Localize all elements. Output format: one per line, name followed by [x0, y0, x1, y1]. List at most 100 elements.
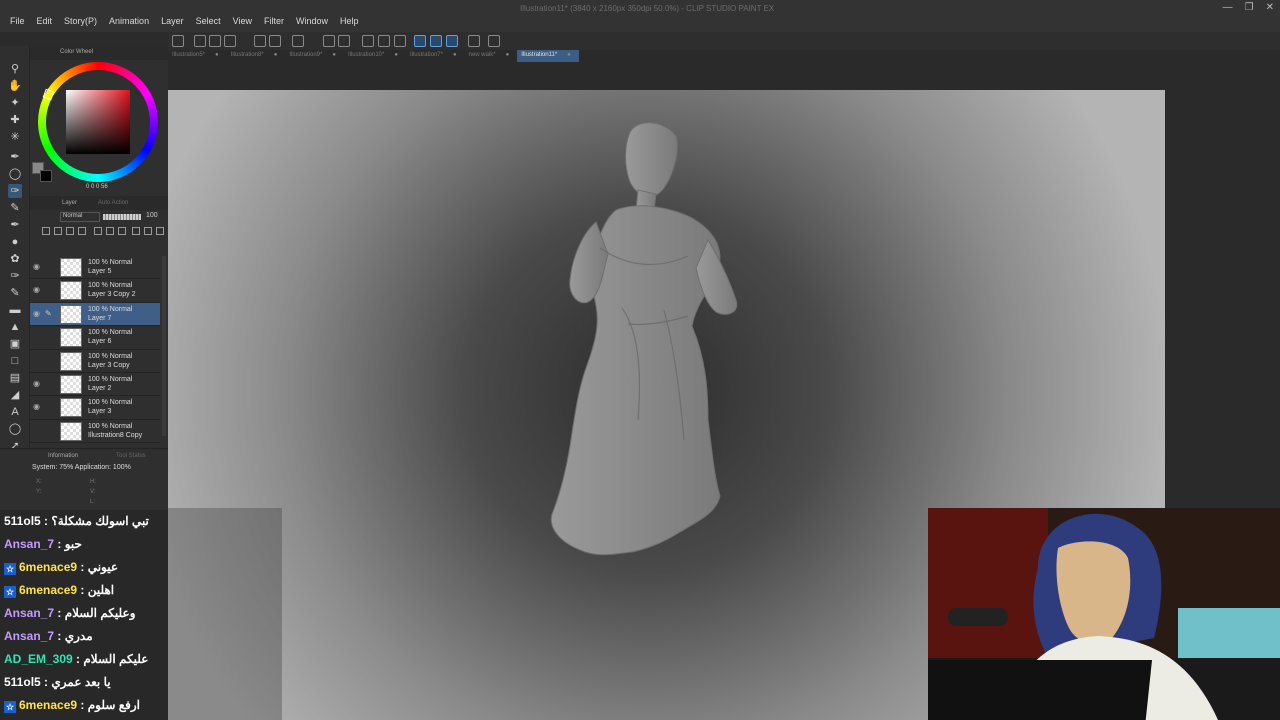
snap-grid-icon[interactable]: [446, 35, 458, 47]
chat-username[interactable]: 6menace9: [19, 560, 77, 574]
tab-close-icon[interactable]: ●: [215, 52, 219, 58]
new-vector-layer-icon[interactable]: [106, 227, 114, 235]
figure-icon[interactable]: □: [8, 354, 22, 368]
layer-thumbnail[interactable]: [60, 351, 82, 371]
layer-thumbnail[interactable]: [60, 374, 82, 394]
chat-username[interactable]: Ansan_7: [4, 537, 54, 551]
chat-username[interactable]: 6menace9: [19, 583, 77, 597]
eraser-icon[interactable]: ▬: [8, 303, 22, 317]
gradient-icon[interactable]: ▣: [8, 337, 22, 351]
document-tab[interactable]: new walk* ●: [465, 50, 518, 62]
document-tab[interactable]: Illustration8* ●: [227, 50, 286, 62]
undo-icon[interactable]: [254, 35, 266, 47]
blend-icon[interactable]: ✎: [8, 286, 22, 300]
decoration-icon[interactable]: ✿: [8, 252, 22, 266]
balloon-icon[interactable]: ◯: [8, 422, 22, 436]
clip-layer-icon[interactable]: [42, 227, 50, 235]
new-file-icon[interactable]: [194, 35, 206, 47]
opacity-slider[interactable]: [103, 214, 141, 220]
layer-thumbnail[interactable]: [60, 304, 82, 324]
sub-color-swatch[interactable]: [40, 170, 52, 182]
operation-icon[interactable]: ✦: [8, 96, 22, 110]
new-raster-layer-icon[interactable]: [94, 227, 102, 235]
minimize-icon[interactable]: —: [1223, 2, 1233, 13]
clear-icon[interactable]: [292, 35, 304, 47]
tab-close-icon[interactable]: ●: [453, 52, 457, 58]
clip-studio-icon[interactable]: [172, 35, 184, 47]
menu-file[interactable]: File: [4, 16, 31, 26]
brush-icon[interactable]: ✒: [8, 218, 22, 232]
layer-thumbnail[interactable]: [60, 421, 82, 441]
chat-username[interactable]: AD_EM_309: [4, 652, 73, 666]
frame-border-icon[interactable]: ▤: [8, 371, 22, 385]
menu-window[interactable]: Window: [290, 16, 334, 26]
information-title[interactable]: Information: [48, 453, 78, 459]
tab-close-icon[interactable]: ●: [567, 52, 571, 58]
layer-row[interactable]: ◉ 100 % Normal Layer 5: [30, 256, 160, 280]
text-icon[interactable]: A: [8, 405, 22, 419]
layer-thumbnail[interactable]: [60, 281, 82, 301]
auto-select-icon[interactable]: ✳: [8, 130, 22, 144]
pen-icon[interactable]: ✑: [8, 184, 22, 198]
layer-panel-title[interactable]: Layer: [62, 200, 77, 206]
tool-status-tab[interactable]: Tool Status: [116, 453, 146, 459]
chat-username[interactable]: 6menace9: [19, 698, 77, 712]
layer-row[interactable]: ◉ 100 % Normal Layer 2: [30, 373, 160, 397]
menu-edit[interactable]: Edit: [31, 16, 59, 26]
menu-view[interactable]: View: [227, 16, 258, 26]
tab-close-icon[interactable]: ●: [506, 52, 510, 58]
restore-icon[interactable]: ❐: [1245, 2, 1254, 13]
layer-scrollbar[interactable]: [162, 256, 166, 436]
merge-down-icon[interactable]: [144, 227, 152, 235]
layer-row[interactable]: 100 % Normal Layer 6: [30, 326, 160, 350]
document-tab[interactable]: Illustration9* ●: [285, 50, 344, 62]
visibility-eye-icon[interactable]: ◉: [33, 309, 40, 318]
layer-row[interactable]: ◉ 100 % Normal Layer 3 Copy 2: [30, 279, 160, 303]
new-folder-icon[interactable]: [118, 227, 126, 235]
pencil-icon[interactable]: ✎: [8, 201, 22, 215]
saturation-value-square[interactable]: [66, 90, 130, 154]
transform-icon[interactable]: [338, 35, 350, 47]
tab-close-icon[interactable]: ●: [274, 52, 278, 58]
close-icon[interactable]: ✕: [1266, 2, 1274, 13]
invert-selection-icon[interactable]: [378, 35, 390, 47]
layer-row[interactable]: ◉ 100 % Normal Layer 3: [30, 396, 160, 420]
eyedropper-icon[interactable]: ✒: [8, 150, 22, 164]
layer-row[interactable]: 100 % Normal Illustration8 Copy: [30, 420, 160, 444]
document-tab[interactable]: Illustration10* ●: [344, 50, 406, 62]
layer-row[interactable]: ◉ ✎ 100 % Normal Layer 7: [30, 302, 160, 327]
show-selection-icon[interactable]: [394, 35, 406, 47]
menu-filter[interactable]: Filter: [258, 16, 290, 26]
chat-username[interactable]: Ansan_7: [4, 606, 54, 620]
fill-icon[interactable]: [323, 35, 335, 47]
menu-help[interactable]: Help: [334, 16, 365, 26]
deselect-icon[interactable]: [362, 35, 374, 47]
snap-special-ruler-icon[interactable]: [430, 35, 442, 47]
tab-close-icon[interactable]: ●: [332, 52, 336, 58]
ruler-tool-icon[interactable]: ◢: [8, 388, 22, 402]
layer-thumbnail[interactable]: [60, 258, 82, 277]
menu-layer[interactable]: Layer: [155, 16, 190, 26]
menu-select[interactable]: Select: [190, 16, 227, 26]
snap-ruler-icon[interactable]: [414, 35, 426, 47]
pen-alt-icon[interactable]: ✑: [8, 269, 22, 283]
tab-close-icon[interactable]: ●: [394, 52, 398, 58]
chat-username[interactable]: 511ol5: [4, 675, 41, 689]
color-wheel[interactable]: [38, 62, 158, 182]
airbrush-icon[interactable]: ●: [8, 235, 22, 249]
menu-story-p-[interactable]: Story(P): [58, 16, 103, 26]
document-tab[interactable]: Illustration7* ●: [406, 50, 465, 62]
ruler-icon[interactable]: [468, 35, 480, 47]
menu-animation[interactable]: Animation: [103, 16, 155, 26]
redo-icon[interactable]: [269, 35, 281, 47]
visibility-eye-icon[interactable]: ◉: [33, 379, 40, 388]
zoom-icon[interactable]: ⚲: [8, 62, 22, 76]
hand-icon[interactable]: ✋: [8, 79, 22, 93]
layer-thumbnail[interactable]: [60, 398, 82, 418]
layer-row[interactable]: 100 % Normal Layer 3 Copy: [30, 350, 160, 373]
document-tab[interactable]: Illustration5* ●: [168, 50, 227, 62]
blend-mode-select[interactable]: Normal: [60, 212, 100, 222]
visibility-eye-icon[interactable]: ◉: [33, 285, 40, 294]
lasso-icon[interactable]: ◯: [8, 167, 22, 181]
help-icon[interactable]: [488, 35, 500, 47]
